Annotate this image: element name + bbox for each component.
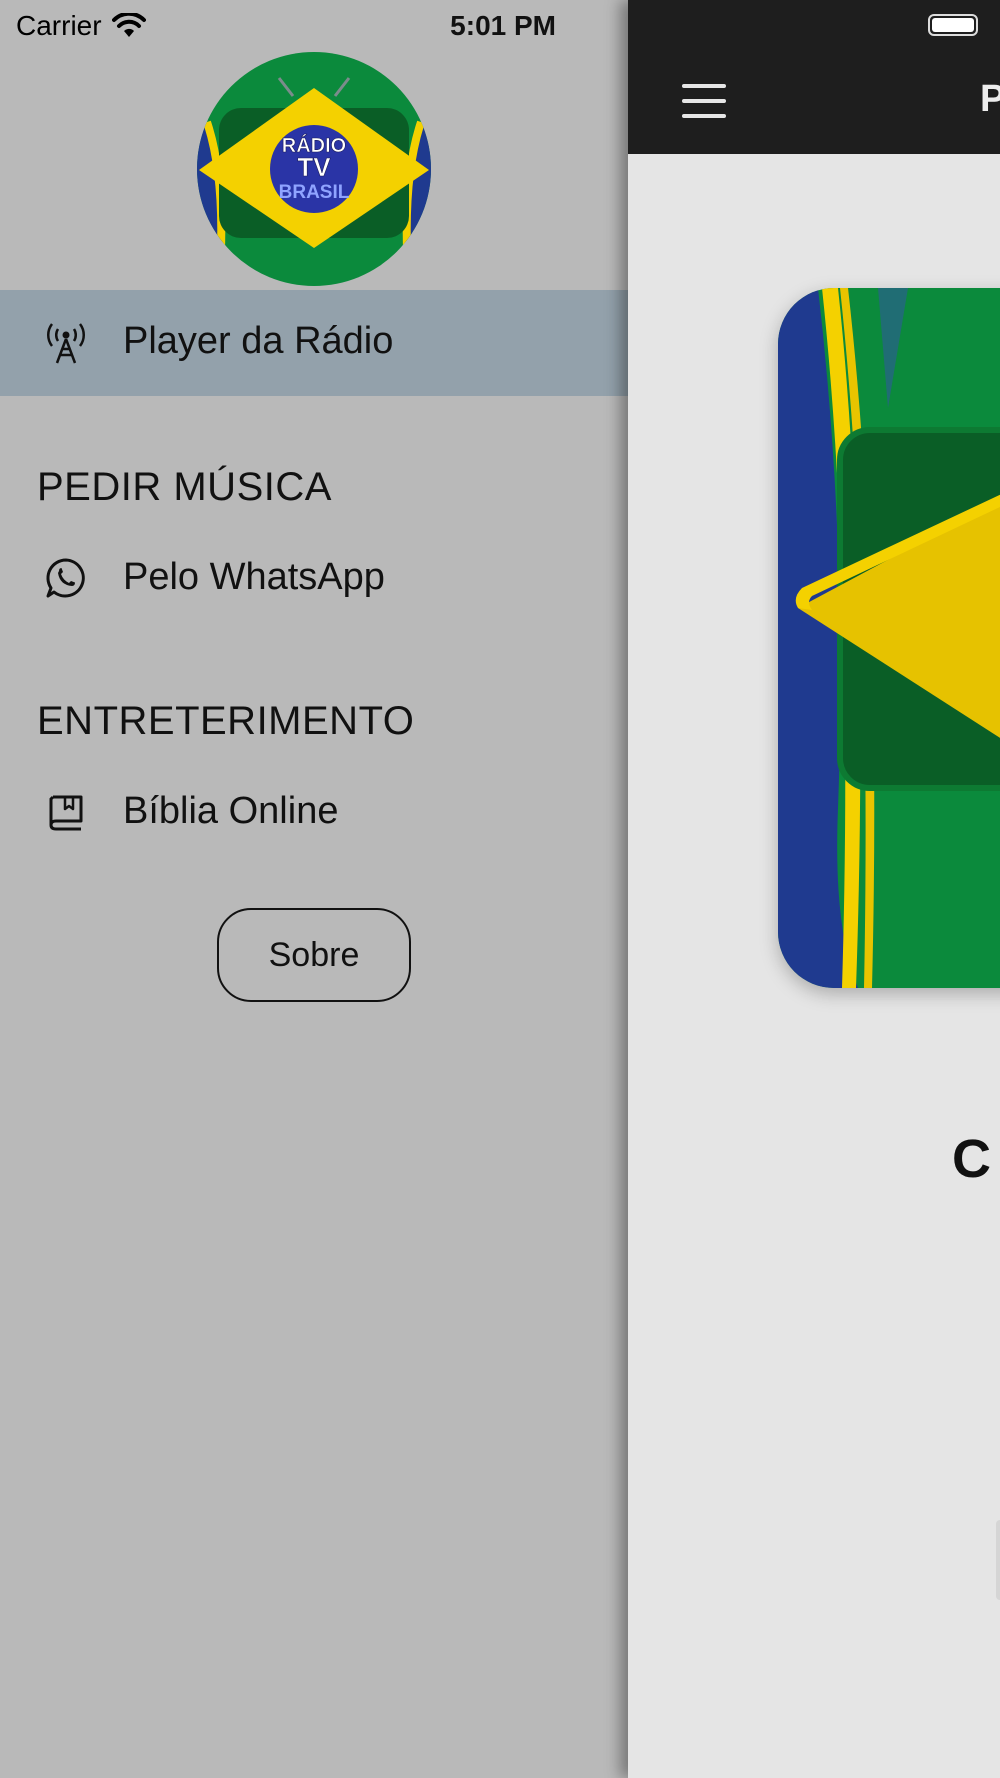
navigation-drawer: Carrier 5:01 PM RÁDIO TV BRASIL Player d… xyxy=(0,0,628,1778)
radio-tower-icon xyxy=(44,321,88,365)
nav-title: P xyxy=(980,78,1000,120)
menu-item-player-da-radio[interactable]: Player da Rádio xyxy=(0,290,628,396)
status-time: 5:01 PM xyxy=(450,10,556,41)
about-button[interactable]: Sobre xyxy=(217,908,411,1002)
menu-item-label: Pelo WhatsApp xyxy=(123,556,385,598)
navigation-bar: P xyxy=(628,0,1000,154)
menu-item-label: Player da Rádio xyxy=(123,320,394,362)
menu-item-biblia-online[interactable]: Bíblia Online xyxy=(0,764,628,860)
main-content: P C xyxy=(628,0,1000,1778)
section-title-pedir-musica: PEDIR MÚSICA xyxy=(37,465,332,509)
station-cover-art xyxy=(778,288,1000,988)
battery-icon xyxy=(928,14,978,36)
logo-text-brasil: BRASIL xyxy=(279,182,350,203)
book-icon xyxy=(44,790,88,834)
hamburger-menu-icon[interactable] xyxy=(682,84,726,118)
menu-item-label: Bíblia Online xyxy=(123,790,339,832)
whatsapp-icon xyxy=(44,556,88,600)
menu-item-pelo-whatsapp[interactable]: Pelo WhatsApp xyxy=(0,530,628,626)
radio-tv-brasil-logo: RÁDIO TV BRASIL xyxy=(197,52,431,286)
now-playing-title: C xyxy=(952,1129,991,1189)
section-title-entreterimento: ENTRETERIMENTO xyxy=(37,699,415,743)
logo-text-tv: TV xyxy=(297,152,331,182)
play-button-edge[interactable] xyxy=(996,1520,1000,1600)
